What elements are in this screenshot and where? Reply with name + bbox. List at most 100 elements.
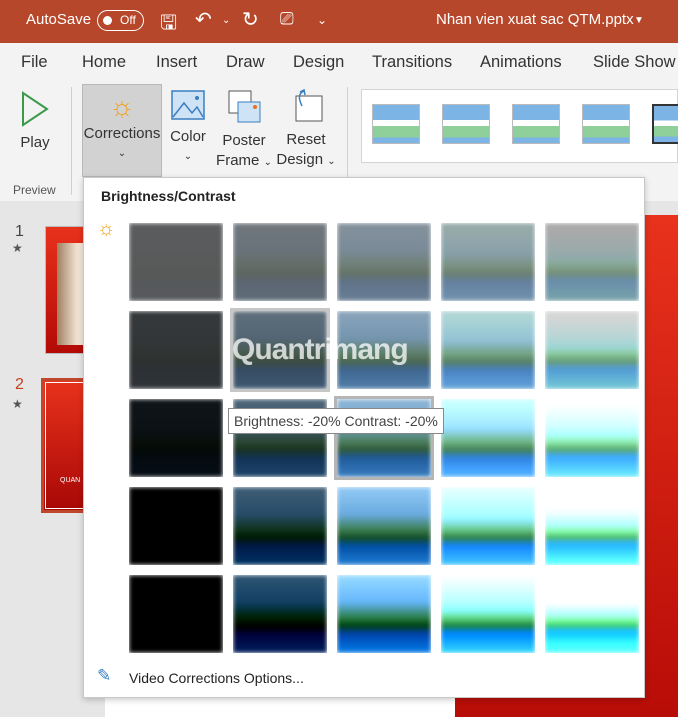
preview-image (337, 487, 431, 565)
autosave-toggle[interactable]: Off (97, 10, 144, 31)
slide-number: 2 (15, 376, 24, 393)
tab-design[interactable]: Design (293, 53, 344, 72)
brightness-contrast-option[interactable] (129, 487, 223, 565)
brightness-contrast-option[interactable] (441, 487, 535, 565)
brightness-contrast-option[interactable] (441, 223, 535, 301)
brightness-contrast-option[interactable] (441, 311, 535, 389)
brightness-contrast-option[interactable] (129, 575, 223, 653)
tab-transitions[interactable]: Transitions (372, 53, 452, 72)
poster-frame-icon (228, 90, 261, 123)
divider (71, 87, 72, 195)
filename-dropdown-icon[interactable]: ▼ (634, 15, 644, 26)
preview-image (337, 575, 431, 653)
brightness-contrast-option[interactable] (337, 575, 431, 653)
preview-image (441, 487, 535, 565)
file-name[interactable]: Nhan vien xuat sac QTM.pptx (436, 11, 634, 28)
animation-star-icon: ★ (12, 241, 23, 255)
brightness-contrast-option[interactable] (337, 223, 431, 301)
reset-design-button[interactable]: Reset Design ⌄ (276, 86, 336, 172)
design-label: Design (276, 151, 324, 168)
brightness-contrast-option[interactable] (129, 223, 223, 301)
picture-icon (171, 90, 205, 120)
brightness-contrast-option[interactable] (441, 575, 535, 653)
corrections-dropdown: Brightness/Contrast ☼ ✎ Video Correction… (83, 177, 645, 698)
animation-star-icon: ★ (12, 397, 23, 411)
save-icon[interactable]: 🖫 (160, 8, 177, 42)
video-styles-gallery (361, 89, 678, 163)
tooltip: Brightness: -20% Contrast: -20% (228, 408, 444, 434)
preview-image (337, 223, 431, 301)
reset-icon (295, 88, 323, 122)
group-preview-label: Preview (13, 183, 56, 197)
color-button[interactable]: Color ⌄ (166, 89, 210, 167)
tab-home[interactable]: Home (82, 53, 126, 72)
play-icon (22, 91, 49, 127)
preview-image (129, 399, 223, 477)
brightness-contrast-option[interactable] (545, 223, 639, 301)
brightness-contrast-option[interactable] (441, 399, 535, 477)
present-icon[interactable]: ⎚ (280, 9, 294, 29)
brightness-contrast-option[interactable] (129, 399, 223, 477)
color-label: Color (170, 128, 206, 145)
brightness-contrast-option[interactable] (337, 487, 431, 565)
slide-number: 1 (15, 223, 24, 240)
sun-icon: ☼ (109, 91, 135, 122)
preview-image (441, 223, 535, 301)
brightness-contrast-option[interactable] (545, 399, 639, 477)
tab-animations[interactable]: Animations (480, 53, 562, 72)
undo-dropdown-icon[interactable]: ⌄ (222, 15, 230, 26)
tab-slide-show[interactable]: Slide Show (593, 53, 676, 72)
preview-image (545, 223, 639, 301)
video-style-thumbnail[interactable] (372, 104, 420, 144)
chevron-down-icon: ⌄ (263, 157, 272, 168)
preview-image (545, 399, 639, 477)
preview-image (129, 487, 223, 565)
ribbon-tabs: File Home Insert Draw Design Transitions… (0, 43, 678, 81)
corrections-button[interactable]: ☼ Corrections ⌄ (82, 84, 162, 177)
preview-image (545, 575, 639, 653)
brightness-contrast-option[interactable] (233, 575, 327, 653)
section-heading: Brightness/Contrast (101, 188, 236, 204)
brightness-contrast-option[interactable] (545, 311, 639, 389)
corrections-label: Corrections (83, 125, 161, 142)
reset-label: Reset (286, 131, 326, 148)
video-settings-icon: ✎ (97, 666, 112, 685)
video-style-thumbnail[interactable] (652, 104, 678, 144)
brightness-contrast-option[interactable] (233, 487, 327, 565)
customize-toolbar-icon[interactable]: ⌄ (317, 13, 327, 27)
chevron-down-icon: ⌄ (183, 151, 193, 162)
video-style-thumbnail[interactable] (582, 104, 630, 144)
brightness-contrast-option[interactable] (545, 487, 639, 565)
video-corrections-options-link[interactable]: Video Corrections Options... (129, 670, 304, 686)
preview-image (545, 487, 639, 565)
chevron-down-icon: ⌄ (117, 148, 127, 159)
preview-image (129, 311, 223, 389)
video-style-thumbnail[interactable] (442, 104, 490, 144)
tab-draw[interactable]: Draw (226, 53, 265, 72)
redo-icon[interactable]: ↻ (242, 7, 259, 32)
chevron-down-icon: ⌄ (327, 156, 336, 167)
play-button[interactable]: Play (12, 91, 58, 153)
brightness-contrast-option[interactable] (545, 575, 639, 653)
brightness-contrast-option[interactable] (129, 311, 223, 389)
preview-image (441, 399, 535, 477)
undo-icon[interactable]: ↶ (195, 7, 212, 32)
sun-icon: ☼ (97, 218, 116, 240)
frame-label: Frame (216, 152, 260, 169)
slide-text: QUAN (60, 477, 81, 484)
tab-insert[interactable]: Insert (156, 53, 197, 72)
play-label: Play (20, 134, 50, 151)
preview-image (441, 575, 535, 653)
preview-image (129, 223, 223, 301)
preview-image (233, 575, 327, 653)
brightness-contrast-option[interactable] (233, 223, 327, 301)
tab-file[interactable]: File (21, 53, 48, 72)
preview-image (233, 223, 327, 301)
preview-image (233, 487, 327, 565)
watermark: Quantrimang (232, 333, 409, 366)
video-style-thumbnail[interactable] (512, 104, 560, 144)
title-bar: AutoSave Off 🖫 ↶ ⌄ ↻ ⎚ ⌄ Nhan vien xuat … (0, 0, 678, 43)
poster-frame-button[interactable]: Poster Frame ⌄ (214, 89, 274, 173)
preview-image (545, 311, 639, 389)
poster-label: Poster (222, 132, 266, 149)
